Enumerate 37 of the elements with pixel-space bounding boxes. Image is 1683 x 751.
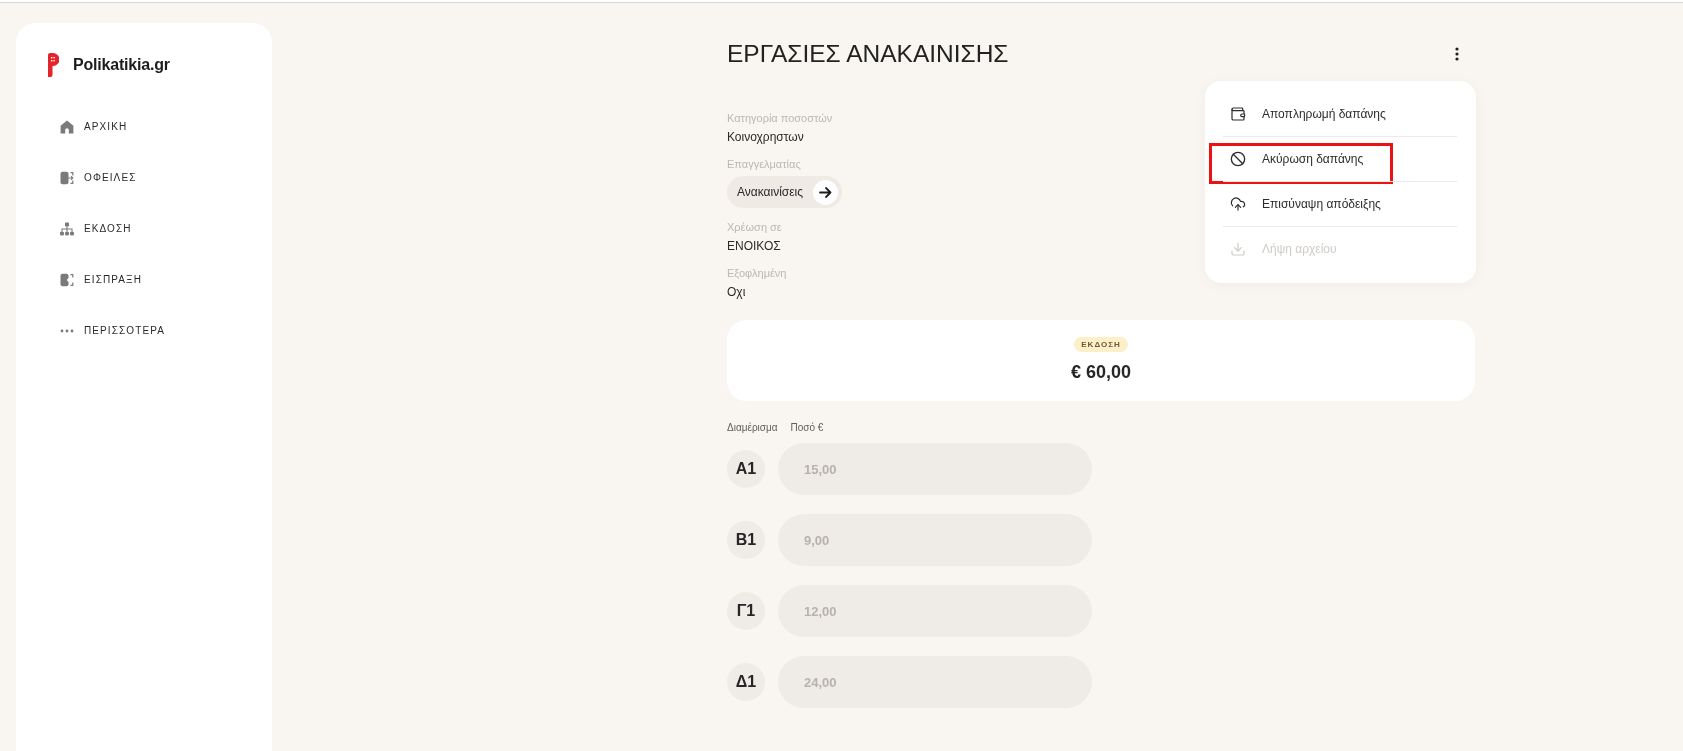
menu-item[interactable]: Αποπληρωμή δαπάνης [1223, 92, 1457, 136]
detail-value: Οχι [727, 284, 746, 300]
detail-value: Κοινοχρηστων [727, 129, 804, 145]
menu-item[interactable]: Επισύναψη απόδειξης [1223, 182, 1457, 226]
download-icon [1230, 241, 1246, 257]
apartment-label: Δ1 [727, 663, 765, 701]
detail-label: Επαγγελματίας [727, 157, 801, 172]
door-arrow-icon [60, 170, 74, 185]
arrow-right-icon [813, 179, 839, 205]
nav-item[interactable]: ΠΕΡΙΣΣΟΤΕΡΑ [32, 305, 256, 356]
column-header: Ποσό € [790, 421, 824, 435]
logo-icon [48, 53, 59, 77]
house-icon [60, 119, 74, 134]
door-arrow-icon [60, 272, 74, 287]
total-amount: € 60,00 [1070, 361, 1132, 384]
detail-label: Εξοφλημένη [727, 266, 787, 281]
detail-label: Χρέωση σε [727, 220, 782, 235]
nav-item[interactable]: ΑΡΧΙΚΗ [32, 101, 256, 152]
column-header: Διαμέρισμα [727, 421, 778, 435]
nav-item[interactable]: ΕΚΔΟΣΗ [32, 203, 256, 254]
nav-item[interactable]: ΟΦΕΙΛΕΣ [32, 152, 256, 203]
menu-item[interactable]: Ακύρωση δαπάνης [1223, 137, 1457, 181]
status-badge: ΕΚΔΟΣΗ [1074, 337, 1128, 352]
more-icon [1455, 47, 1459, 61]
logo-text: Polikatikia.gr [73, 56, 170, 74]
detail-label: Κατηγορία ποσοστών [727, 111, 833, 126]
sitemap-icon [60, 221, 74, 236]
wallet-icon [1230, 106, 1246, 122]
apartment-label: Γ1 [727, 592, 765, 630]
page-title: ΕΡΓΑΣΙΕΣ ΑΝΑΚΑΙΝΙΣΗΣ [727, 39, 1009, 69]
nav-item[interactable]: ΕΙΣΠΡΑΞΗ [32, 254, 256, 305]
apartment-label: Α1 [727, 450, 765, 488]
apartment-label: Β1 [727, 521, 765, 559]
professional-link[interactable]: Ανακαινίσεις [727, 176, 843, 208]
detail-value: ΕΝΟΙΚΟΣ [727, 238, 781, 254]
ban-icon [1230, 151, 1246, 167]
cloud-upload-icon [1230, 196, 1246, 212]
